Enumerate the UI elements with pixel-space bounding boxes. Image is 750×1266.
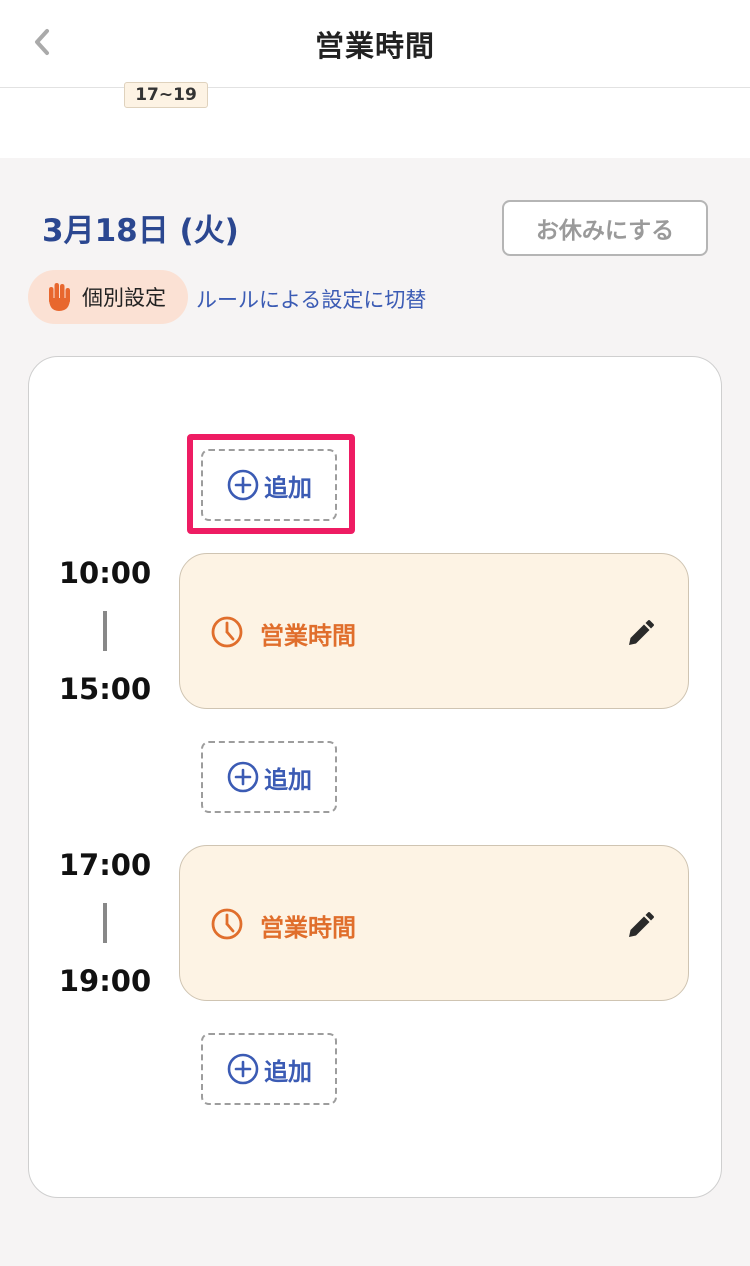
add-slot-button[interactable]: 追加 [201,741,337,813]
app-header: 営業時間 [0,0,750,88]
back-button[interactable] [22,22,62,62]
edit-button[interactable] [620,906,660,946]
block-label: 営業時間 [260,914,356,942]
hand-icon [49,283,70,311]
add-label: 追加 [264,1057,312,1086]
business-hours-block[interactable]: 営業時間 [179,553,689,709]
top-strip: 17~19 [0,82,750,158]
block-label: 営業時間 [260,622,356,650]
chevron-left-icon [35,29,49,55]
edit-button[interactable] [620,614,660,654]
add-slot-button[interactable]: 追加 [201,1033,337,1105]
clock-icon [211,616,243,648]
date-heading: 3月18日 (火) [42,213,239,249]
clock-icon [211,908,243,940]
plus-circle-icon [227,1053,259,1085]
mode-badge: 個別設定 [28,270,188,324]
end-time: 15:00 [58,672,152,706]
page-title: 営業時間 [314,28,435,63]
time-chip-partial[interactable]: 17~19 [124,82,208,108]
pencil-icon [629,620,654,645]
end-time: 19:00 [58,964,152,998]
start-time: 10:00 [58,556,152,590]
start-time: 17:00 [58,848,152,882]
business-hours-block[interactable]: 営業時間 [179,845,689,1001]
mode-label: 個別設定 [82,286,166,310]
time-range-line [103,903,107,943]
plus-circle-icon [227,761,259,793]
add-slot-button[interactable]: 追加 [201,449,337,521]
pencil-icon [629,912,654,937]
switch-to-rule-link[interactable]: ルールによる設定に切替 [196,284,426,314]
time-range-line [103,611,107,651]
schedule-card [28,356,722,1198]
set-holiday-button[interactable]: お休みにする [502,200,708,256]
plus-circle-icon [227,469,259,501]
add-label: 追加 [264,765,312,794]
add-label: 追加 [264,473,312,502]
